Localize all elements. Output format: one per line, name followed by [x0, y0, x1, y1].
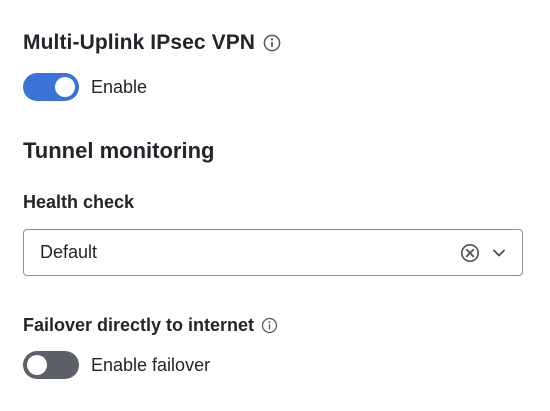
health-check-value: Default: [40, 242, 98, 262]
health-check-label-text: Health check: [23, 192, 135, 212]
tunnel-monitoring-title: Tunnel monitoring: [23, 138, 215, 163]
toggle-knob: [55, 77, 75, 97]
info-icon[interactable]: [263, 34, 281, 52]
failover-label: Failover directly to internet: [23, 315, 278, 336]
select-icons: [460, 243, 508, 263]
vpn-enable-toggle[interactable]: [23, 73, 79, 101]
info-icon[interactable]: [260, 317, 278, 335]
failover-label-text: Failover directly to internet: [23, 315, 255, 335]
clear-circle-icon[interactable]: [460, 243, 480, 263]
failover-enable-toggle[interactable]: [23, 351, 79, 379]
health-check-select[interactable]: Default: [23, 229, 523, 276]
vpn-enable-row: Enable: [23, 73, 147, 101]
vpn-enable-label: Enable: [91, 76, 148, 97]
chevron-down-icon[interactable]: [490, 244, 508, 262]
failover-enable-row: Enable failover: [23, 351, 210, 379]
toggle-knob: [27, 355, 47, 375]
vpn-title: Multi-Uplink IPsec VPN: [23, 31, 256, 54]
vpn-section-header: Multi-Uplink IPsec VPN: [23, 31, 281, 55]
health-check-label: Health check: [23, 192, 134, 213]
failover-enable-label: Enable failover: [91, 354, 211, 375]
